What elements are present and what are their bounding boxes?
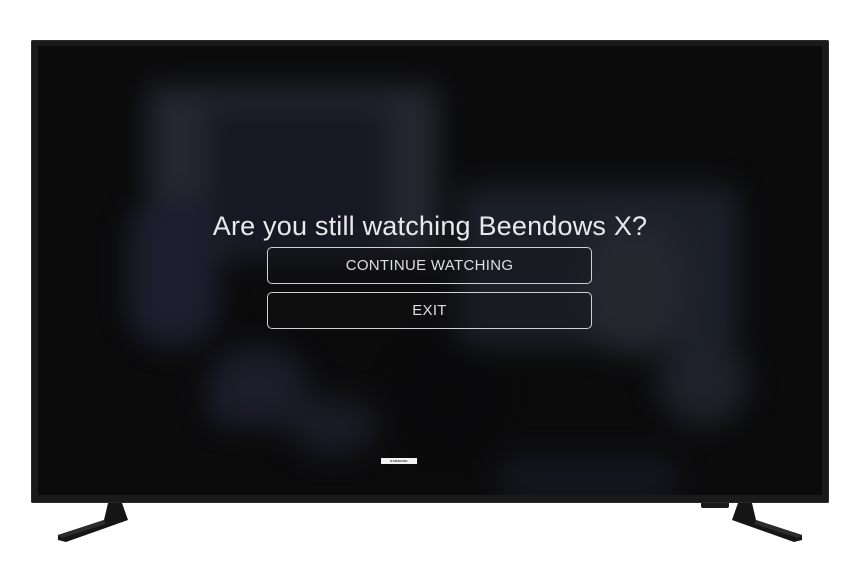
tv-screen: Are you still watching Beendows X? CONTI… [38,46,822,495]
tv-stand-right [732,503,802,542]
continue-watching-button[interactable]: CONTINUE WATCHING [267,247,592,284]
still-watching-prompt: Are you still watching Beendows X? [212,211,648,241]
tv-scene: Are you still watching Beendows X? CONTI… [0,0,860,581]
tv-bezel: Are you still watching Beendows X? CONTI… [31,40,829,503]
still-watching-dialog: Are you still watching Beendows X? CONTI… [38,46,822,495]
exit-button[interactable]: EXIT [267,292,592,329]
tv-stand-left [58,503,128,542]
power-button [701,503,729,508]
brand-logo: SAMSUNG [381,458,417,464]
